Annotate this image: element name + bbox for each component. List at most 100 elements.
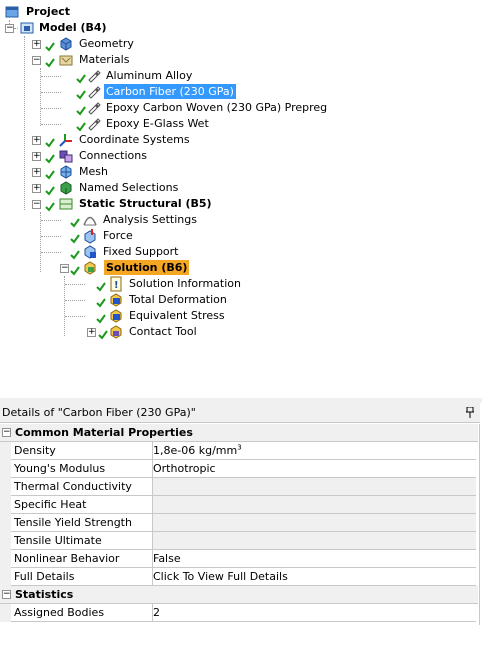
tree-item-label: Connections xyxy=(79,149,147,162)
tree-item-model[interactable]: − Model (B4) xyxy=(0,20,200,36)
tree-item-aluminum-alloy[interactable]: Aluminum Alloy xyxy=(0,68,300,84)
check-icon xyxy=(45,58,55,68)
property-row-tensile-yield-strength[interactable]: Tensile Yield Strength xyxy=(0,514,480,532)
pin-icon[interactable] xyxy=(466,407,474,418)
check-icon xyxy=(45,42,55,52)
check-icon xyxy=(76,122,86,132)
tree-item-label: Coordinate Systems xyxy=(79,133,190,146)
coordinate-systems-icon xyxy=(59,134,72,147)
tree-item-epoxy-e-glass-wet[interactable]: Epoxy E-Glass Wet xyxy=(0,116,300,132)
tree-item-label: Model (B4) xyxy=(39,21,107,34)
tree-item-equivalent-stress[interactable]: Equivalent Stress xyxy=(0,308,280,324)
solution-information-icon: ! xyxy=(110,276,122,292)
check-icon xyxy=(96,282,106,292)
tree-item-total-deformation[interactable]: Total Deformation xyxy=(0,292,280,308)
tree-item-named-selections[interactable]: + Named Selections xyxy=(0,180,250,196)
property-label: Assigned Bodies xyxy=(11,604,153,622)
tree-item-solution[interactable]: − Solution (B6) xyxy=(0,260,250,276)
property-row-tensile-ultimate-strength[interactable]: Tensile Ultimate Strength xyxy=(0,532,480,564)
tree-item-coordinate-systems[interactable]: + Coordinate Systems xyxy=(0,132,250,148)
section-label: Statistics xyxy=(15,588,74,601)
tree-item-label: Static Structural (B5) xyxy=(79,197,212,210)
section-common-material-properties[interactable]: − Common Material Properties xyxy=(0,424,478,442)
material-icon xyxy=(88,102,101,115)
check-icon xyxy=(70,218,80,228)
property-value[interactable]: Orthotropic xyxy=(153,460,476,478)
geometry-icon xyxy=(60,37,72,51)
tree-item-label: Analysis Settings xyxy=(103,213,197,226)
tree-item-analysis-settings[interactable]: Analysis Settings xyxy=(0,212,250,228)
check-icon xyxy=(70,234,80,244)
collapse-toggle[interactable]: − xyxy=(2,428,11,437)
property-value xyxy=(153,496,476,514)
property-value xyxy=(153,478,476,496)
check-icon xyxy=(96,298,106,308)
tree-item-geometry[interactable]: + Geometry xyxy=(0,36,200,52)
tree-item-label: Mesh xyxy=(79,165,108,178)
tree-item-force[interactable]: Force xyxy=(0,228,250,244)
collapse-toggle[interactable]: − xyxy=(2,590,11,599)
tree-item-label: Named Selections xyxy=(79,181,179,194)
property-label: Density xyxy=(11,442,153,460)
property-row-density[interactable]: Density 1,8e-06 kg/mm3 xyxy=(0,442,480,460)
tree-item-static-structural[interactable]: − Static Structural (B5) xyxy=(0,196,250,212)
tree-item-label: Materials xyxy=(79,53,130,66)
collapse-toggle[interactable]: − xyxy=(32,56,41,65)
expand-toggle[interactable]: + xyxy=(32,136,41,145)
collapse-toggle[interactable]: − xyxy=(32,200,41,209)
tree-item-carbon-fiber[interactable]: Carbon Fiber (230 GPa) xyxy=(0,84,300,100)
tree-item-connections[interactable]: + Connections xyxy=(0,148,250,164)
tree-item-fixed-support[interactable]: Fixed Support xyxy=(0,244,250,260)
property-row-specific-heat[interactable]: Specific Heat xyxy=(0,496,480,514)
collapse-toggle[interactable]: − xyxy=(60,264,69,273)
tree-item-label: Equivalent Stress xyxy=(129,309,225,322)
property-value[interactable]: 1,8e-06 kg/mm3 xyxy=(153,442,476,460)
check-icon xyxy=(96,314,106,324)
connections-icon xyxy=(59,150,73,163)
tree-item-label: Total Deformation xyxy=(129,293,227,306)
property-row-full-details[interactable]: Full Details Click To View Full Details xyxy=(0,568,480,586)
property-label: Young's Modulus xyxy=(11,460,153,478)
tree-item-solution-information[interactable]: ! Solution Information xyxy=(0,276,280,292)
tree-item-project[interactable]: Project xyxy=(0,4,200,20)
force-icon xyxy=(84,229,96,244)
tree-item-mesh[interactable]: + Mesh xyxy=(0,164,250,180)
property-value[interactable]: False xyxy=(153,550,476,568)
collapse-toggle[interactable]: − xyxy=(5,24,14,33)
expand-toggle[interactable]: + xyxy=(32,168,41,177)
property-row-nonlinear-behavior[interactable]: Nonlinear Behavior False xyxy=(0,550,480,568)
grid-border xyxy=(479,424,480,625)
outline-tree[interactable]: Project − Model (B4) + Geometry − Materi… xyxy=(0,0,482,398)
check-icon xyxy=(45,186,55,196)
property-value-link[interactable]: Click To View Full Details xyxy=(153,568,476,586)
equivalent-stress-icon xyxy=(110,309,122,323)
property-row-assigned-bodies[interactable]: Assigned Bodies 2 xyxy=(0,604,480,622)
property-label: Nonlinear Behavior xyxy=(11,550,153,568)
tree-item-label: Epoxy Carbon Woven (230 GPa) Prepreg xyxy=(106,101,328,114)
property-value xyxy=(153,532,476,550)
material-icon xyxy=(88,86,101,99)
tree-item-materials[interactable]: − Materials xyxy=(0,52,200,68)
static-structural-icon xyxy=(59,198,73,210)
contact-tool-icon xyxy=(110,325,122,339)
tree-item-label: Epoxy E-Glass Wet xyxy=(106,117,209,130)
expand-toggle[interactable]: + xyxy=(32,40,41,49)
materials-icon xyxy=(59,55,73,66)
tree-item-contact-tool[interactable]: + Contact Tool xyxy=(0,324,280,340)
property-label: Thermal Conductivity xyxy=(11,478,153,496)
property-row-thermal-conductivity[interactable]: Thermal Conductivity xyxy=(0,478,480,496)
section-label: Common Material Properties xyxy=(15,426,193,439)
expand-toggle[interactable]: + xyxy=(32,152,41,161)
section-statistics[interactable]: − Statistics xyxy=(0,586,478,604)
expand-toggle[interactable]: + xyxy=(32,184,41,193)
property-row-youngs-modulus[interactable]: Young's Modulus Orthotropic xyxy=(0,460,480,478)
tree-item-label: Carbon Fiber (230 GPa) xyxy=(104,84,236,99)
check-icon xyxy=(70,250,80,260)
details-title: Details of "Carbon Fiber (230 GPa)" xyxy=(2,406,196,419)
expand-toggle[interactable]: + xyxy=(87,328,96,337)
check-icon xyxy=(70,266,80,276)
material-icon xyxy=(88,70,101,83)
mesh-icon xyxy=(60,165,72,179)
property-label: Tensile Ultimate Strength xyxy=(11,532,153,564)
tree-item-epoxy-carbon-woven[interactable]: Epoxy Carbon Woven (230 GPa) Prepreg xyxy=(0,100,327,116)
